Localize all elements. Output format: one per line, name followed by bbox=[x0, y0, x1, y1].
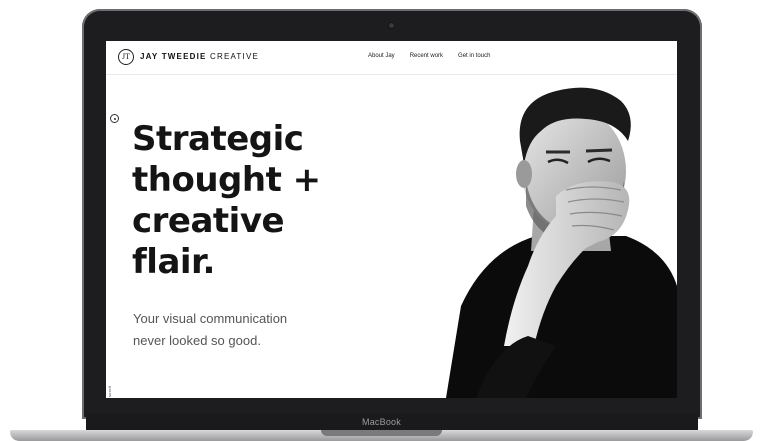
hero-title-line: thought + bbox=[132, 160, 321, 200]
hero-portrait-image bbox=[446, 87, 677, 398]
nav-item-contact[interactable]: Get in touch bbox=[458, 53, 490, 59]
hero-title-line: flair. bbox=[132, 242, 215, 282]
hero-title-line: creative bbox=[132, 201, 285, 241]
hero-subtitle-line: never looked so good. bbox=[133, 333, 261, 348]
logo-mark-icon[interactable]: JT bbox=[118, 49, 134, 65]
logo-name-regular: CREATIVE bbox=[210, 52, 260, 61]
scroll-indicator-icon[interactable] bbox=[110, 114, 119, 123]
nav-item-about[interactable]: About Jay bbox=[368, 53, 395, 59]
hero-subtitle-line: Your visual communication bbox=[133, 311, 288, 326]
device-brand-label: MacBook bbox=[362, 417, 401, 427]
site-header: JT JAY TWEEDIE CREATIVE About Jay Recent… bbox=[106, 41, 677, 75]
nav-item-recent-work[interactable]: Recent work bbox=[410, 53, 443, 59]
logo-name-bold: JAY TWEEDIE bbox=[140, 52, 207, 61]
main-nav: About Jay Recent work Get in touch bbox=[368, 53, 490, 59]
hero-title-line: Strategic bbox=[132, 119, 304, 159]
webcam-icon bbox=[389, 23, 394, 28]
hero-subtitle: Your visual communication never looked s… bbox=[133, 308, 333, 352]
hero-title: Strategic thought + creative flair. bbox=[132, 119, 362, 283]
laptop-base-notch bbox=[321, 430, 442, 436]
site-logo[interactable]: JAY TWEEDIE CREATIVE bbox=[140, 52, 259, 61]
side-vertical-label: scroll bbox=[107, 385, 112, 397]
laptop-screen: JT JAY TWEEDIE CREATIVE About Jay Recent… bbox=[106, 41, 677, 398]
